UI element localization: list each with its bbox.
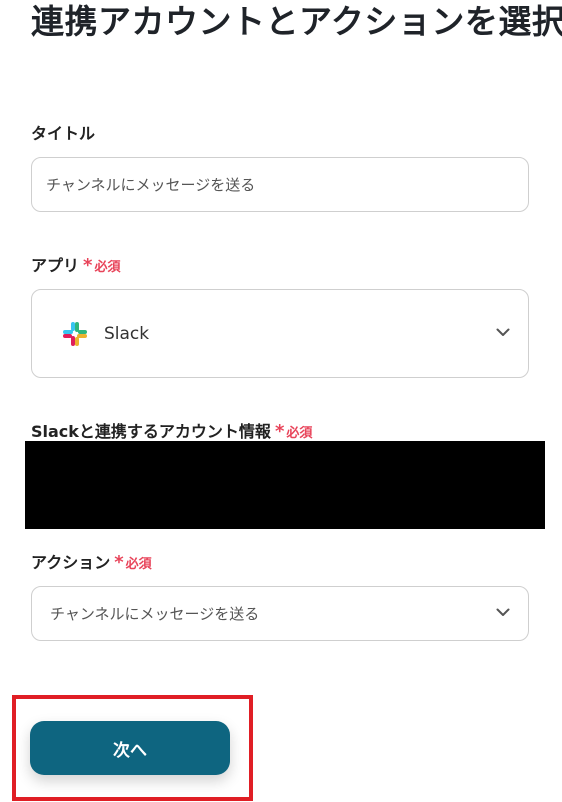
redacted-account-area bbox=[25, 441, 545, 529]
title-input[interactable]: チャンネルにメッセージを送る bbox=[31, 157, 529, 212]
chevron-down-icon bbox=[496, 328, 510, 336]
action-label-text: アクション bbox=[31, 553, 111, 572]
app-select-value: Slack bbox=[104, 323, 150, 344]
required-star-icon: * bbox=[274, 421, 285, 442]
slack-logo-icon bbox=[63, 321, 87, 346]
required-badge: 必須 bbox=[286, 426, 313, 441]
app-label-text: アプリ bbox=[31, 256, 80, 275]
app-select[interactable]: Slack bbox=[31, 289, 529, 378]
account-label-text: Slackと連携するアカウント情報 bbox=[31, 422, 271, 441]
required-star-icon: * bbox=[83, 255, 93, 276]
page-title: 連携アカウントとアクションを選択 bbox=[31, 2, 562, 41]
app-field-label: アプリ * 必須 bbox=[31, 256, 120, 278]
required-star-icon: * bbox=[114, 552, 124, 573]
required-badge: 必須 bbox=[94, 260, 121, 275]
action-select-value: チャンネルにメッセージを送る bbox=[50, 605, 260, 623]
title-field-label: タイトル bbox=[31, 124, 96, 143]
chevron-down-icon bbox=[496, 608, 510, 616]
action-field-label: アクション * 必須 bbox=[31, 553, 152, 575]
next-button[interactable]: 次へ bbox=[30, 721, 230, 775]
title-input-value: チャンネルにメッセージを送る bbox=[46, 176, 256, 194]
action-select[interactable]: チャンネルにメッセージを送る bbox=[31, 586, 529, 641]
required-badge: 必須 bbox=[125, 557, 152, 572]
